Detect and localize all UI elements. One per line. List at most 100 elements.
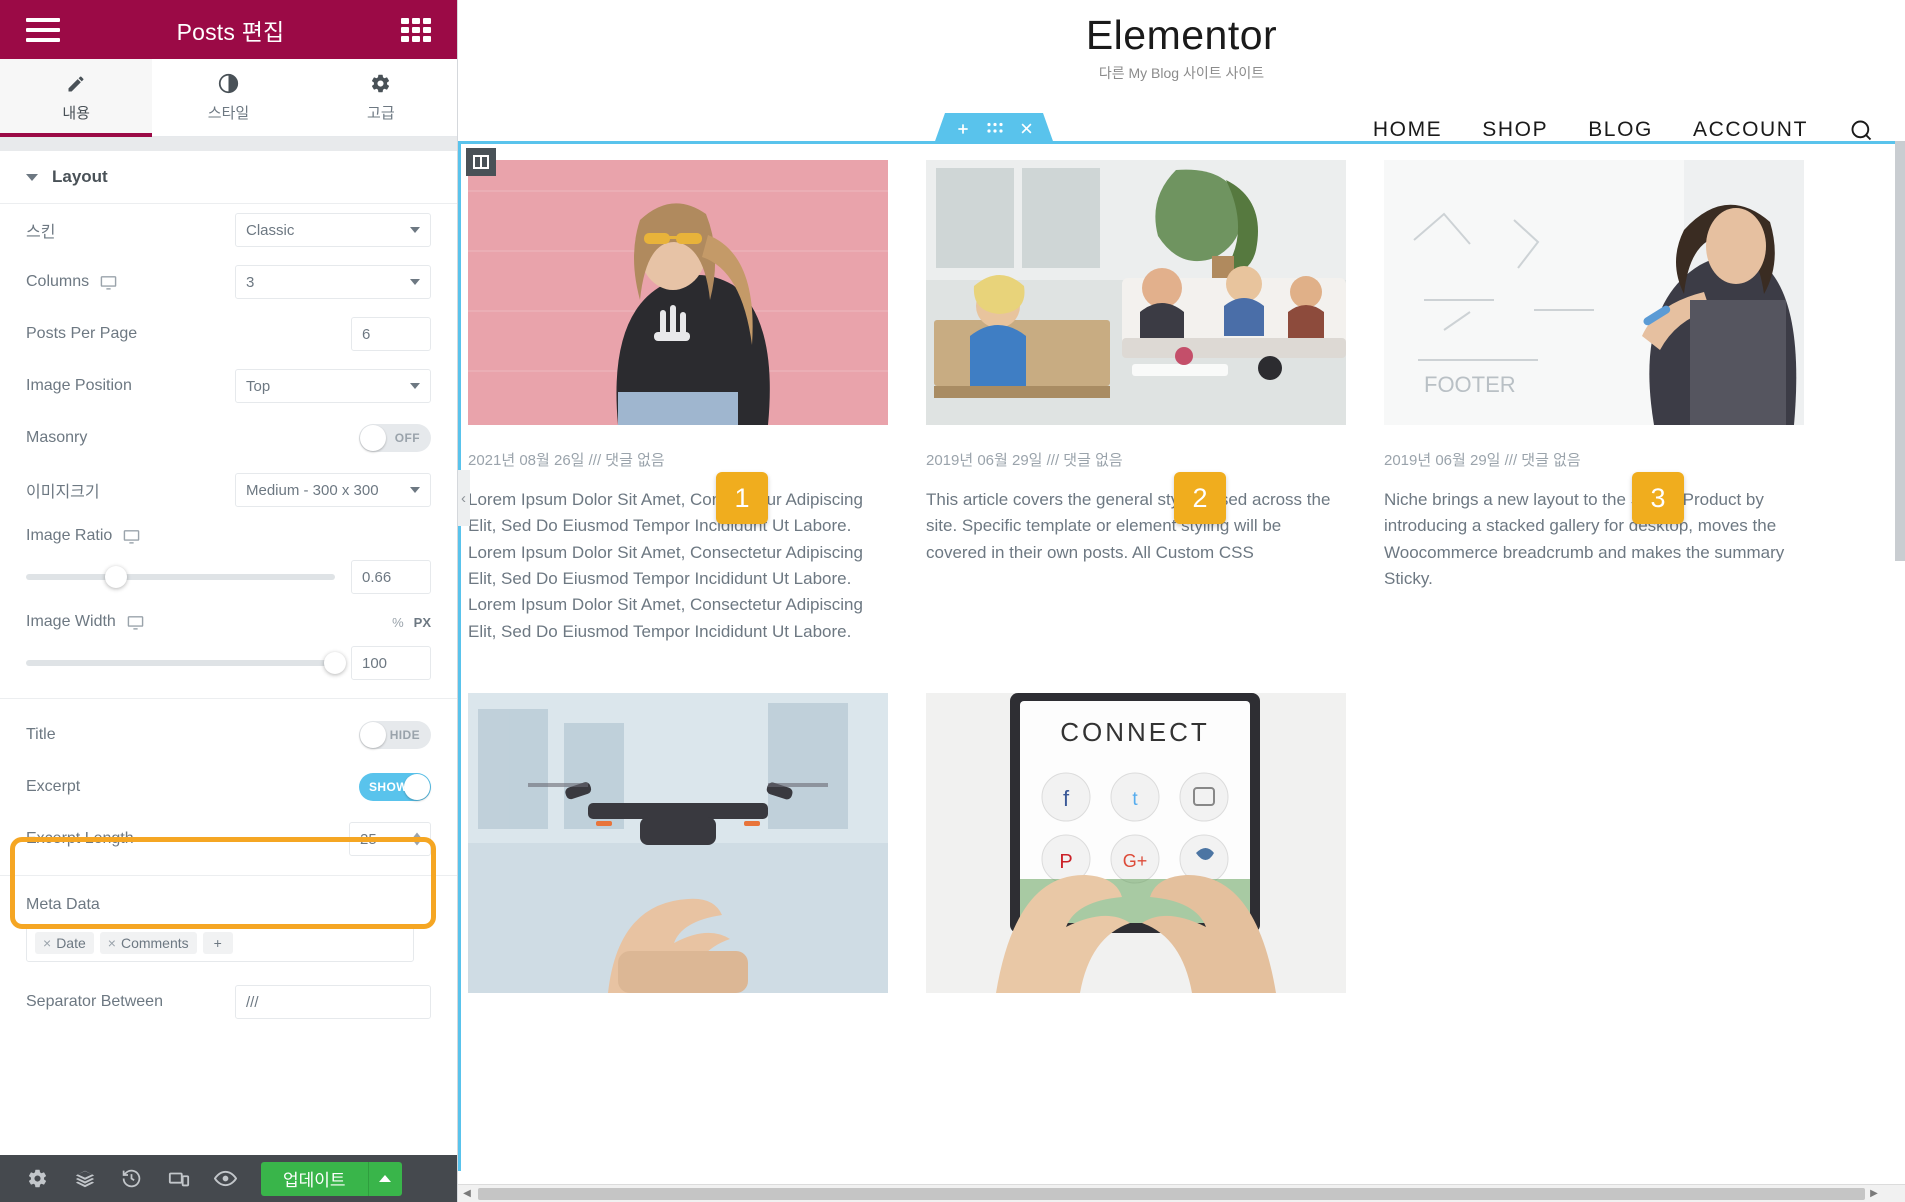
- nav-item-home[interactable]: HOME: [1373, 118, 1442, 142]
- horizontal-scrollbar[interactable]: ◀ ▶: [458, 1184, 1905, 1202]
- tab-style[interactable]: 스타일: [152, 59, 305, 136]
- post-thumbnail[interactable]: [468, 693, 888, 994]
- tag-comments[interactable]: × Comments: [99, 932, 197, 954]
- excerpt-toggle-state: SHOW: [369, 780, 408, 794]
- control-columns: Columns 3: [0, 256, 457, 308]
- post-thumbnail[interactable]: [468, 160, 888, 425]
- tag-date[interactable]: × Date: [35, 932, 94, 954]
- image-ratio-input[interactable]: 0.66: [351, 560, 431, 594]
- gear-icon: [370, 73, 391, 95]
- close-icon[interactable]: [1019, 121, 1034, 136]
- vertical-scrollbar[interactable]: [1895, 141, 1905, 561]
- thumbnail-art: [468, 160, 888, 425]
- scrollbar-thumb[interactable]: [478, 1187, 1865, 1200]
- control-masonry-label: Masonry: [26, 429, 88, 446]
- posts-per-page-input[interactable]: 6: [351, 317, 431, 351]
- masonry-toggle[interactable]: OFF: [359, 424, 431, 452]
- title-toggle-state: HIDE: [389, 728, 420, 742]
- desktop-icon[interactable]: [100, 274, 117, 291]
- svg-text:P: P: [1059, 851, 1072, 873]
- panel-collapse-handle[interactable]: ‹: [458, 470, 470, 526]
- desktop-icon[interactable]: [123, 528, 140, 545]
- chevron-up-icon: [379, 1175, 392, 1182]
- control-columns-label: Columns: [26, 273, 206, 291]
- slider-knob[interactable]: [104, 566, 127, 588]
- site-nav: HOME SHOP BLOG ACCOUNT: [458, 109, 1905, 151]
- svg-text:f: f: [1063, 786, 1070, 811]
- image-size-select[interactable]: Medium - 300 x 300: [235, 473, 431, 507]
- excerpt-toggle[interactable]: SHOW: [359, 773, 431, 801]
- control-skin-label: 스킨: [26, 224, 56, 241]
- image-ratio-slider[interactable]: [26, 566, 335, 588]
- history-icon[interactable]: [108, 1155, 155, 1202]
- tab-advanced[interactable]: 고급: [304, 59, 457, 136]
- excerpt-length-input[interactable]: 25: [349, 822, 431, 856]
- columns-select[interactable]: 3: [235, 265, 431, 299]
- hamburger-icon[interactable]: [26, 17, 60, 42]
- grid-icon[interactable]: [401, 17, 431, 42]
- update-button[interactable]: 업데이트: [261, 1161, 368, 1196]
- chevron-down-icon: [410, 487, 420, 493]
- unit-percent[interactable]: %: [392, 615, 404, 630]
- nav-item-shop[interactable]: SHOP: [1482, 118, 1548, 142]
- post-thumbnail[interactable]: [926, 160, 1346, 425]
- layers-icon[interactable]: [61, 1155, 108, 1202]
- search-icon[interactable]: [1848, 117, 1875, 144]
- control-separator-between: Separator Between ///: [0, 976, 457, 1028]
- add-tag-button[interactable]: +: [202, 932, 233, 954]
- excerpt-length-value: 25: [360, 830, 377, 848]
- status-badge: 2: [1174, 472, 1226, 524]
- stepper-icon[interactable]: [413, 832, 421, 846]
- panel-body: Layout 스킨 Classic Columns 3 Posts Per Pa…: [0, 137, 457, 1155]
- post-card[interactable]: 2019년 06월 29일 /// 댓글 없음 This article cov…: [926, 160, 1346, 645]
- tab-style-label: 스타일: [207, 104, 250, 122]
- gear-icon[interactable]: [14, 1155, 61, 1202]
- tab-content-label: 내용: [62, 104, 90, 122]
- skin-select[interactable]: Classic: [235, 213, 431, 247]
- post-meta: 2021년 08월 26일 /// 댓글 없음: [468, 452, 665, 469]
- control-image-position-label: Image Position: [26, 377, 132, 394]
- contrast-icon: [218, 73, 239, 95]
- desktop-icon[interactable]: [127, 614, 144, 631]
- section-layout-header[interactable]: Layout: [0, 151, 457, 204]
- responsive-icon[interactable]: [155, 1155, 202, 1202]
- svg-text:FOOTER: FOOTER: [1424, 372, 1516, 397]
- scroll-left-icon[interactable]: ◀: [458, 1188, 476, 1199]
- separator-between-input[interactable]: ///: [235, 985, 431, 1019]
- elementor-panel: Posts 편집 내용 스타일 고급 Layout 스킨 Classic Col…: [0, 0, 458, 1202]
- chevron-down-icon: [410, 279, 420, 285]
- slider-knob[interactable]: [324, 652, 346, 674]
- meta-data-field[interactable]: × Date × Comments +: [26, 924, 414, 962]
- post-card[interactable]: CONNECT f t P G+: [926, 693, 1346, 994]
- post-card[interactable]: FOOTER 2019년 06월 29일 /// 댓글 없음 Niche bri…: [1384, 160, 1804, 645]
- post-card[interactable]: 2021년 08월 26일 /// 댓글 없음 Lorem Ipsum Dolo…: [468, 160, 888, 645]
- update-options-button[interactable]: [367, 1161, 402, 1196]
- post-thumbnail[interactable]: FOOTER: [1384, 160, 1804, 425]
- nav-item-blog[interactable]: BLOG: [1588, 118, 1653, 142]
- post-thumbnail[interactable]: CONNECT f t P G+: [926, 693, 1346, 994]
- site-title[interactable]: Elementor: [458, 12, 1905, 59]
- control-excerpt-length: Excerpt Length 25: [0, 813, 457, 865]
- dots-grid-icon[interactable]: [987, 122, 1003, 135]
- post-card[interactable]: [468, 693, 888, 994]
- toggle-knob: [360, 722, 386, 748]
- posts-row: CONNECT f t P G+: [468, 693, 1905, 994]
- plus-icon[interactable]: [955, 121, 971, 137]
- close-icon[interactable]: ×: [43, 935, 51, 951]
- post-excerpt: This article covers the general styling …: [926, 490, 1331, 562]
- image-width-slider[interactable]: [26, 652, 346, 674]
- image-size-value: Medium - 300 x 300: [246, 481, 379, 499]
- control-separator-between-label: Separator Between: [26, 993, 163, 1010]
- skin-value: Classic: [246, 221, 295, 239]
- image-position-select[interactable]: Top: [235, 369, 431, 403]
- unit-px[interactable]: PX: [414, 615, 431, 630]
- image-width-input[interactable]: 100: [351, 646, 431, 680]
- panel-footer: 업데이트: [0, 1155, 457, 1202]
- close-icon[interactable]: ×: [108, 935, 116, 951]
- column-handle[interactable]: [466, 148, 496, 176]
- scroll-right-icon[interactable]: ▶: [1865, 1188, 1883, 1199]
- preview-icon[interactable]: [202, 1155, 249, 1202]
- nav-item-account[interactable]: ACCOUNT: [1693, 118, 1808, 142]
- title-toggle[interactable]: HIDE: [359, 721, 431, 749]
- tab-content[interactable]: 내용: [0, 59, 153, 137]
